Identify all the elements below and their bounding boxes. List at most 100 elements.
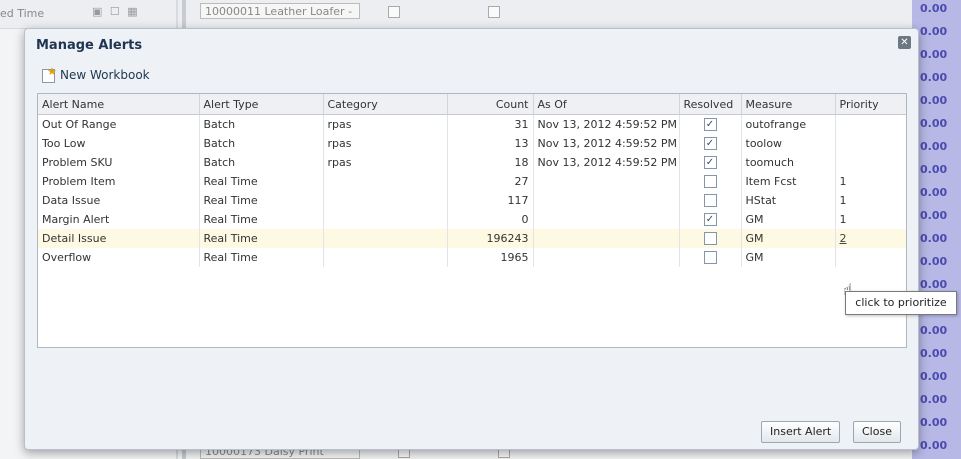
as-of-cell: Nov 13, 2012 4:59:52 PM	[533, 114, 680, 134]
background-value: 0.00	[920, 117, 948, 130]
resolved-checkbox[interactable]	[703, 175, 717, 189]
as-of-cell: Nov 13, 2012 4:59:52 PM	[533, 134, 680, 153]
close-button[interactable]: Close	[853, 421, 901, 443]
column-header-category[interactable]: Category	[323, 94, 448, 115]
priority-cell[interactable]	[835, 153, 906, 172]
alert-type-cell: Batch	[199, 153, 324, 172]
new-workbook-button[interactable]: ★ New Workbook	[42, 66, 150, 83]
background-value: 0.00	[920, 439, 948, 452]
table-row[interactable]: Too Low Batch rpas 13 Nov 13, 2012 4:59:52 P…	[38, 134, 906, 153]
count-cell: 31	[447, 114, 534, 134]
background-value: 0.00	[920, 25, 948, 38]
table-row[interactable]: Margin Alert Real Time 0 ✓ GM 1	[38, 210, 906, 229]
background-sku-top: 10000011 Leather Loafer -	[205, 5, 353, 18]
background-checkbox[interactable]	[488, 6, 500, 18]
background-value: 0.00	[920, 393, 948, 406]
resolved-checkbox[interactable]: ✓	[703, 156, 717, 170]
priority-cell[interactable]	[835, 134, 906, 153]
category-cell	[323, 229, 448, 248]
background-toolbar-icons: ▣ ☐ ▦	[92, 5, 140, 18]
alert-name-cell: Problem Item	[38, 172, 200, 191]
table-row[interactable]: Overflow Real Time 1965 GM	[38, 248, 906, 267]
category-cell	[323, 191, 448, 210]
close-icon[interactable]: ✕	[898, 36, 911, 49]
insert-alert-button[interactable]: Insert Alert	[761, 421, 841, 443]
priority-cell[interactable]	[835, 114, 906, 134]
count-cell: 13	[447, 134, 534, 153]
alert-type-cell: Real Time	[199, 172, 324, 191]
background-value: 0.00	[920, 48, 948, 61]
count-cell: 0	[447, 210, 534, 229]
priority-cell[interactable]: 1	[835, 210, 906, 229]
measure-cell: toomuch	[741, 153, 836, 172]
category-cell	[323, 172, 448, 191]
alert-name-cell: Data Issue	[38, 191, 200, 210]
as-of-cell	[533, 210, 680, 229]
background-value: 0.00	[920, 347, 948, 360]
resolved-cell: ✓	[679, 153, 742, 172]
as-of-cell	[533, 191, 680, 210]
background-value: 0.00	[920, 71, 948, 84]
column-header-alert-name[interactable]: Alert Name	[38, 94, 200, 115]
priority-value[interactable]: 1	[840, 175, 847, 188]
category-cell	[323, 210, 448, 229]
measure-cell: GM	[741, 229, 836, 248]
alert-type-cell: Batch	[199, 114, 324, 134]
as-of-cell: Nov 13, 2012 4:59:52 PM	[533, 153, 680, 172]
background-left-label: ed Time	[0, 7, 45, 20]
column-header-as-of[interactable]: As Of	[533, 94, 680, 115]
table-row[interactable]: Problem SKU Batch rpas 18 Nov 13, 2012 4:59:…	[38, 153, 906, 172]
count-cell: 18	[447, 153, 534, 172]
prioritize-tooltip: click to prioritize	[845, 291, 957, 315]
column-header-resolved[interactable]: Resolved	[679, 94, 742, 115]
alert-name-cell: Too Low	[38, 134, 200, 153]
table-row[interactable]: Detail Issue Real Time 196243 GM 2	[38, 229, 906, 248]
measure-cell: GM	[741, 248, 836, 267]
background-value: 0.00	[920, 232, 948, 245]
background-value: 0.00	[920, 255, 948, 268]
count-cell: 117	[447, 191, 534, 210]
resolved-checkbox[interactable]: ✓	[703, 213, 717, 227]
count-cell: 1965	[447, 248, 534, 267]
priority-value[interactable]: 2	[840, 232, 847, 245]
column-header-count[interactable]: Count	[447, 94, 534, 115]
resolved-checkbox[interactable]	[703, 251, 717, 265]
resolved-checkbox[interactable]: ✓	[703, 137, 717, 151]
alerts-table: Alert Name Alert Type Category Count As …	[37, 93, 907, 348]
background-checkbox[interactable]	[388, 6, 400, 18]
alert-name-cell: Detail Issue	[38, 229, 200, 248]
priority-cell[interactable]	[835, 248, 906, 267]
table-header-row: Alert Name Alert Type Category Count As …	[38, 94, 906, 115]
column-header-alert-type[interactable]: Alert Type	[199, 94, 324, 115]
table-row[interactable]: Out Of Range Batch rpas 31 Nov 13, 2012 4:59…	[38, 114, 906, 134]
alert-type-cell: Real Time	[199, 248, 324, 267]
alert-name-cell: Problem SKU	[38, 153, 200, 172]
table-row[interactable]: Problem Item Real Time 27 Item Fcst 1	[38, 172, 906, 191]
priority-cell[interactable]: 1	[835, 172, 906, 191]
resolved-cell: ✓	[679, 134, 742, 153]
new-workbook-icon: ★	[42, 66, 57, 83]
measure-cell: outofrange	[741, 114, 836, 134]
background-header-strip	[0, 0, 961, 29]
resolved-checkbox[interactable]: ✓	[703, 118, 717, 132]
resolved-checkbox[interactable]	[703, 194, 717, 208]
priority-cell[interactable]: 1	[835, 191, 906, 210]
resolved-cell	[679, 248, 742, 267]
as-of-cell	[533, 172, 680, 191]
background-value-column: 0.00 0.00 0.00 0.00 0.00 0.00 0.00 0.00 0.00 0.00…	[912, 0, 961, 459]
column-header-measure[interactable]: Measure	[741, 94, 836, 115]
category-cell: rpas	[323, 114, 448, 134]
as-of-cell	[533, 248, 680, 267]
column-header-priority[interactable]: Priority	[835, 94, 906, 115]
dialog-title: Manage Alerts	[36, 38, 143, 53]
resolved-checkbox[interactable]	[703, 232, 717, 246]
priority-value[interactable]: 1	[840, 213, 847, 226]
as-of-cell	[533, 229, 680, 248]
priority-value[interactable]: 1	[840, 194, 847, 207]
alert-type-cell: Real Time	[199, 229, 324, 248]
background-value: 0.00	[920, 416, 948, 429]
priority-cell[interactable]: 2	[835, 229, 906, 248]
background-value: 0.00	[920, 94, 948, 107]
background-value: 0.00	[920, 209, 948, 222]
table-row[interactable]: Data Issue Real Time 117 HStat 1	[38, 191, 906, 210]
